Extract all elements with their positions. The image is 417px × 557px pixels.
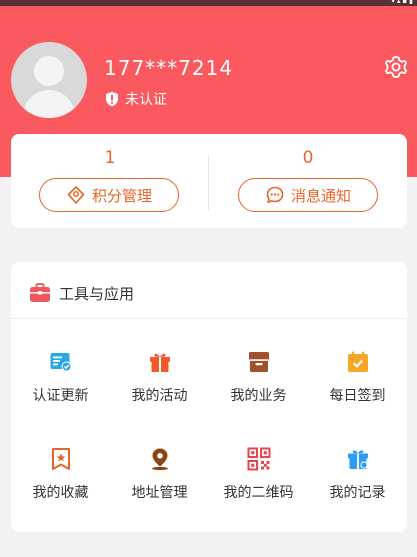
points-count: 1 [104,148,116,168]
tool-label: 每日签到 [329,388,386,404]
avatar-head-shape [34,56,64,86]
tools-card: 工具与应用 认证更新 我的活动 我的业务 每日签到 我的收藏 地址管理 我的二维… [11,262,407,532]
avatar-body-shape [23,90,75,118]
qr-code-icon [247,447,270,471]
gear-icon[interactable] [383,55,409,81]
tool-item-my-business[interactable]: 我的业务 [209,350,308,430]
points-management-button[interactable]: 积分管理 [39,178,179,212]
tools-divider [11,318,407,319]
briefcase-icon [30,283,50,302]
tool-item-my-records[interactable]: 我的记录 [308,447,407,527]
tool-item-verify-update[interactable]: 认证更新 [11,350,110,430]
points-management-label: 积分管理 [91,186,152,205]
tool-item-my-favorites[interactable]: 我的收藏 [11,447,110,527]
tool-item-my-qr-code[interactable]: 我的二维码 [209,447,308,527]
warning-shield-icon [106,91,118,107]
tools-header: 工具与应用 [29,282,134,304]
tool-label: 我的记录 [329,485,386,501]
location-pin-icon [151,448,168,471]
gift-icon [149,353,170,372]
tool-label: 我的活动 [131,388,188,404]
messages-count: 0 [302,148,314,168]
tool-label: 认证更新 [32,388,89,404]
id-card-check-icon [50,353,71,372]
tool-label: 我的收藏 [32,485,89,501]
verify-status[interactable]: 未认证 [104,89,167,109]
avatar[interactable] [11,42,87,118]
bookmark-star-icon [51,448,70,470]
tool-item-daily-checkin[interactable]: 每日签到 [308,350,407,430]
tool-label: 我的业务 [230,388,287,404]
calendar-check-icon [347,351,368,372]
tools-title: 工具与应用 [59,284,135,303]
chat-bubble-icon [266,186,284,203]
tag-diamond-icon [67,186,85,204]
tool-label: 地址管理 [131,485,188,501]
verify-status-label: 未认证 [125,92,167,108]
tool-label: 我的二维码 [223,485,294,501]
message-notifications-label: 消息通知 [290,186,351,205]
message-notifications-button[interactable]: 消息通知 [238,178,378,212]
tool-item-my-activities[interactable]: 我的活动 [110,350,209,430]
stats-card: 1 积分管理 0 消息通知 [11,134,407,228]
archive-box-icon [248,352,269,372]
user-phone: 177***7214 [104,56,234,80]
tool-item-address-management[interactable]: 地址管理 [110,447,209,527]
gift-box-record-icon [347,450,368,469]
